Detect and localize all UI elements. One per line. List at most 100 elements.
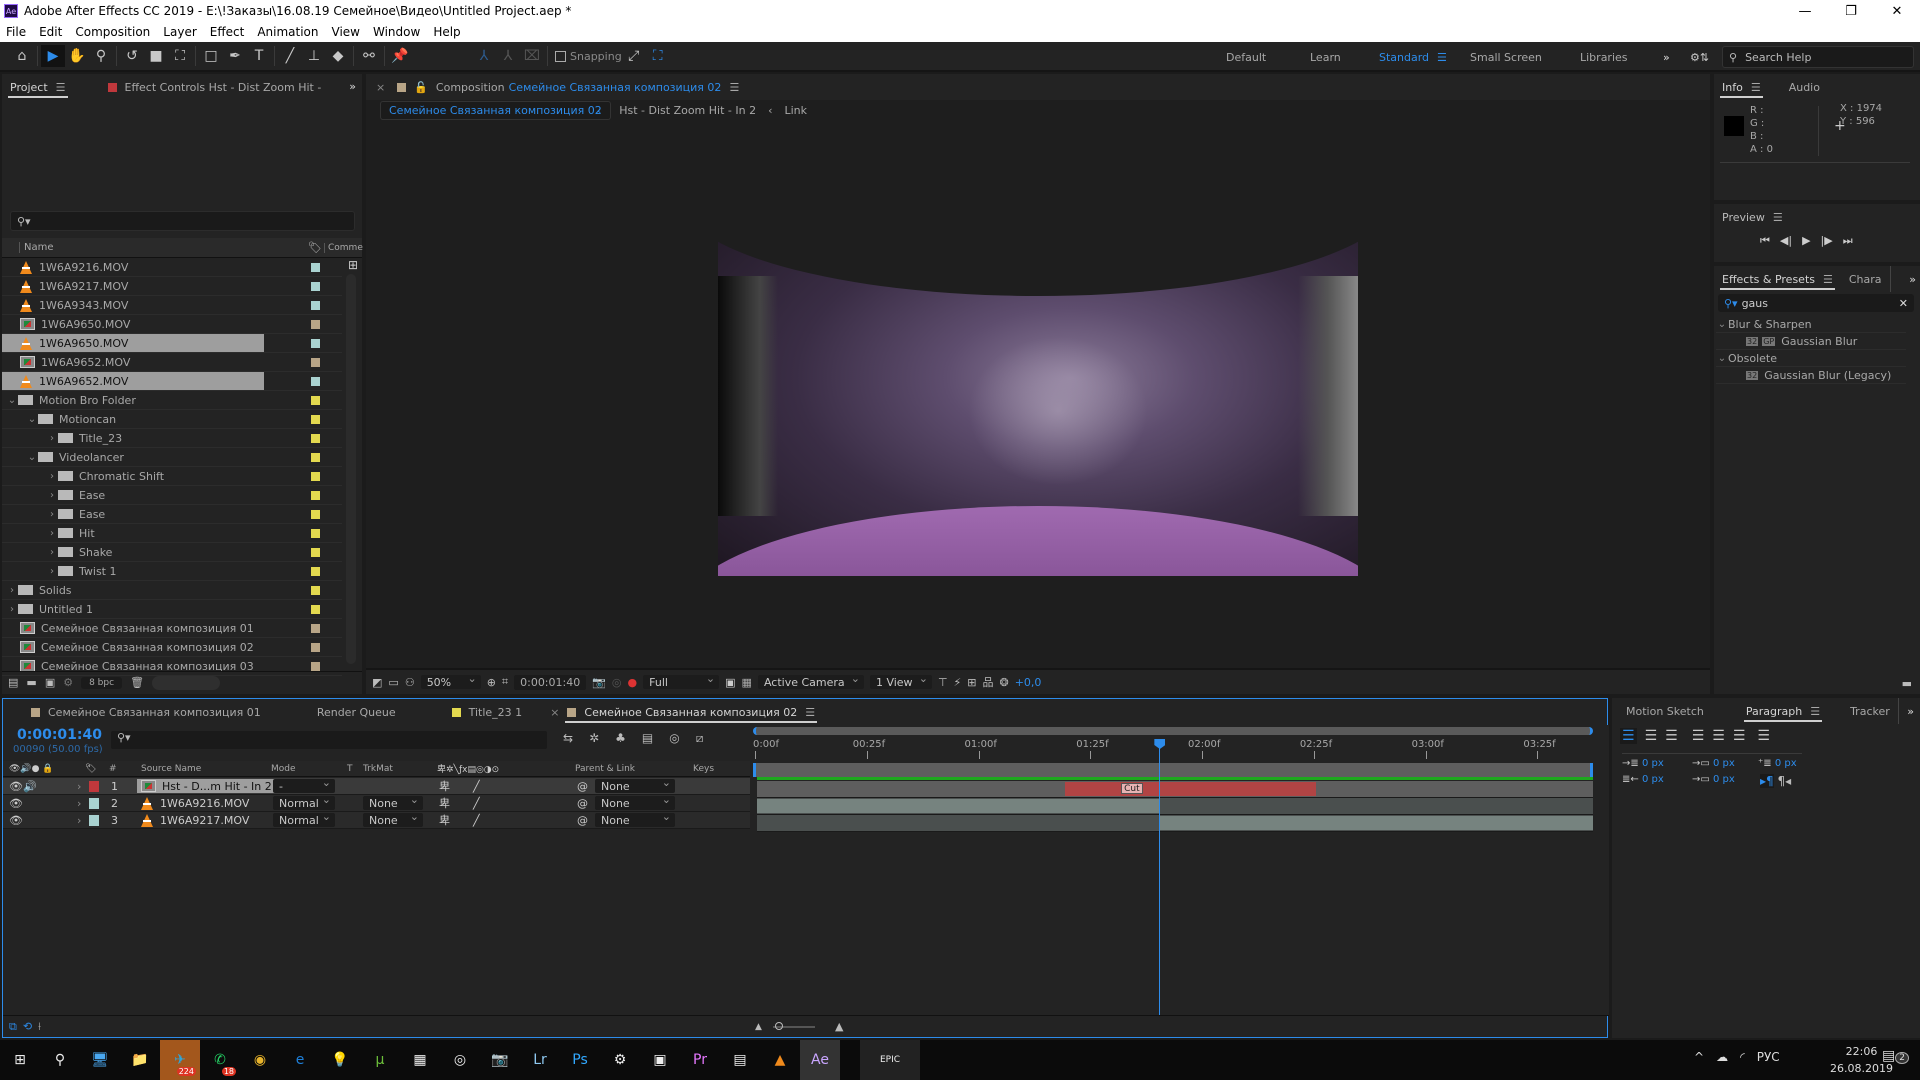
- utorrent-icon[interactable]: µ: [360, 1040, 400, 1080]
- tab-project[interactable]: Project ☰: [2, 74, 74, 100]
- column-trkmat[interactable]: TrkMat: [363, 764, 393, 774]
- panel-menu-icon[interactable]: ☰: [729, 81, 739, 94]
- chrome-icon[interactable]: ◉: [240, 1040, 280, 1080]
- restore-icon[interactable]: ❐: [1828, 0, 1874, 22]
- channels-icon[interactable]: ●: [628, 676, 638, 689]
- justify-left-icon[interactable]: ☰: [1692, 728, 1705, 744]
- panel-menu-icon[interactable]: ☰: [56, 81, 66, 94]
- more-panels-icon[interactable]: »: [1909, 273, 1916, 286]
- tab-character[interactable]: Chara: [1841, 266, 1891, 292]
- hand-tool-icon[interactable]: ✋: [65, 45, 89, 67]
- label-color[interactable]: [311, 263, 320, 272]
- bpc-button[interactable]: 8 bpc: [81, 676, 123, 689]
- vlc-icon[interactable]: ▲: [760, 1040, 800, 1080]
- toggle-switches-icon[interactable]: ⧉: [9, 1020, 17, 1034]
- reset-exposure-icon[interactable]: ❂: [1000, 676, 1009, 689]
- label-color[interactable]: [311, 396, 320, 405]
- column-mode[interactable]: Mode: [271, 764, 296, 774]
- justify-center-icon[interactable]: ☰: [1712, 728, 1725, 744]
- comp-mini-flowchart-icon[interactable]: ⇆: [563, 731, 573, 746]
- menu-window[interactable]: Window: [373, 25, 420, 39]
- first-line-indent[interactable]: ⁺≣ 0 px: [1758, 758, 1797, 769]
- layer-duration-bar[interactable]: [757, 799, 1160, 813]
- label-color[interactable]: [311, 301, 320, 310]
- chevron-down-icon[interactable]: ⌄: [26, 414, 38, 425]
- layer-search-input[interactable]: ⚲▾: [111, 731, 547, 749]
- previous-frame-icon[interactable]: ◀|: [1780, 234, 1792, 248]
- tab-title-23[interactable]: Title_23 1: [444, 699, 531, 725]
- telegram-icon[interactable]: ✈ 224: [160, 1040, 200, 1080]
- breadcrumb-item[interactable]: Hst - Dist Zoom Hit - In 2: [619, 104, 756, 117]
- flowchart-icon[interactable]: ⊞: [348, 258, 358, 272]
- justify-all-icon[interactable]: ☰: [1757, 728, 1770, 744]
- indent-left[interactable]: →≣ 0 px: [1622, 758, 1664, 769]
- chevron-down-icon[interactable]: ⌄: [26, 452, 38, 463]
- axis-local-icon[interactable]: ⅄: [472, 45, 496, 67]
- zoom-out-icon[interactable]: ▲: [755, 1022, 762, 1032]
- menu-composition[interactable]: Composition: [75, 25, 150, 39]
- project-item[interactable]: ⌄ Motioncan: [2, 410, 342, 429]
- parent-dropdown[interactable]: None: [595, 776, 675, 793]
- project-item[interactable]: › Solids: [2, 581, 342, 600]
- photoshop-icon[interactable]: Ps: [560, 1040, 600, 1080]
- snapping-checkbox[interactable]: [555, 50, 566, 62]
- panel-menu-icon[interactable]: ☰: [1810, 705, 1820, 718]
- mode-dropdown[interactable]: Normal: [273, 810, 335, 827]
- effect-item[interactable]: 32 GP Gaussian Blur: [1716, 333, 1906, 350]
- graph-editor-icon[interactable]: ⧄: [696, 731, 704, 746]
- close-tab-icon[interactable]: ×: [550, 706, 559, 719]
- panel-menu-icon[interactable]: ☰: [1751, 81, 1761, 94]
- project-item[interactable]: › Chromatic Shift: [2, 467, 342, 486]
- effects-group[interactable]: ⌄ Obsolete: [1716, 350, 1906, 367]
- layer-name[interactable]: 1W6A9216.MOV: [137, 796, 253, 810]
- after-effects-icon[interactable]: Ae: [800, 1040, 840, 1080]
- column-comment[interactable]: Comme: [324, 242, 363, 253]
- toggle-modes-icon[interactable]: ⟲: [23, 1020, 32, 1033]
- align-right-icon[interactable]: ☰: [1665, 728, 1678, 744]
- more-panels-icon[interactable]: »: [1907, 705, 1914, 718]
- project-item[interactable]: › Title_23: [2, 429, 342, 448]
- pickwhip-icon[interactable]: @: [577, 797, 588, 810]
- label-color[interactable]: [89, 781, 99, 792]
- tab-timeline-comp-01[interactable]: Семейное Связанная композиция 01: [23, 699, 269, 725]
- project-item[interactable]: 1W6A9652.MOV: [2, 372, 342, 391]
- notifications-icon[interactable]: ▤ 2: [1882, 1048, 1909, 1064]
- project-item[interactable]: › Hit: [2, 524, 342, 543]
- menu-effect[interactable]: Effect: [210, 25, 245, 39]
- show-snapshot-icon[interactable]: ◎: [612, 676, 622, 689]
- chevron-right-icon[interactable]: ›: [77, 814, 81, 827]
- tab-info[interactable]: Info ☰: [1714, 74, 1769, 100]
- pickwhip-icon[interactable]: @: [577, 814, 588, 827]
- work-area-bar[interactable]: [753, 763, 1593, 777]
- motion-blur-icon[interactable]: ◎: [669, 731, 679, 746]
- label-color[interactable]: [311, 377, 320, 386]
- render-icon[interactable]: ⚙: [63, 676, 73, 689]
- label-color[interactable]: [311, 510, 320, 519]
- camera-tool-icon[interactable]: ■: [144, 45, 168, 67]
- quality-switch-icon[interactable]: ╱: [473, 814, 480, 827]
- composition-viewer[interactable]: [718, 216, 1358, 576]
- mode-dropdown[interactable]: Normal: [273, 793, 335, 810]
- project-item[interactable]: ⌄ Motion Bro Folder: [2, 391, 342, 410]
- label-color[interactable]: [311, 453, 320, 462]
- keep-icon[interactable]: 💡: [320, 1040, 360, 1080]
- project-item[interactable]: › Ease: [2, 505, 342, 524]
- exposure-value[interactable]: +0,0: [1015, 676, 1042, 689]
- project-item[interactable]: › Untitled 1: [2, 600, 342, 619]
- new-comp-icon[interactable]: ▣: [45, 676, 55, 689]
- transparency-grid-icon[interactable]: ▦: [742, 676, 752, 689]
- label-color[interactable]: [311, 415, 320, 424]
- label-color[interactable]: [311, 643, 320, 652]
- resolution-dropdown[interactable]: Full: [643, 672, 720, 689]
- zoom-slider-handle[interactable]: [775, 1022, 783, 1030]
- chevron-down-icon[interactable]: ⌄: [6, 395, 18, 406]
- shape-tool-icon[interactable]: □: [199, 45, 223, 67]
- chevron-right-icon[interactable]: ›: [46, 566, 58, 577]
- project-item[interactable]: 1W6A9650.MOV: [2, 315, 342, 334]
- flowchart-icon[interactable]: 品: [983, 674, 994, 690]
- layer-duration-bar[interactable]: [1065, 782, 1316, 796]
- chevron-right-icon[interactable]: ›: [77, 797, 81, 810]
- layer-name[interactable]: 1W6A9217.MOV: [137, 813, 253, 827]
- fast-draft-icon[interactable]: ⚡: [954, 676, 962, 689]
- workspace-menu-icon[interactable]: ☰: [1437, 42, 1447, 72]
